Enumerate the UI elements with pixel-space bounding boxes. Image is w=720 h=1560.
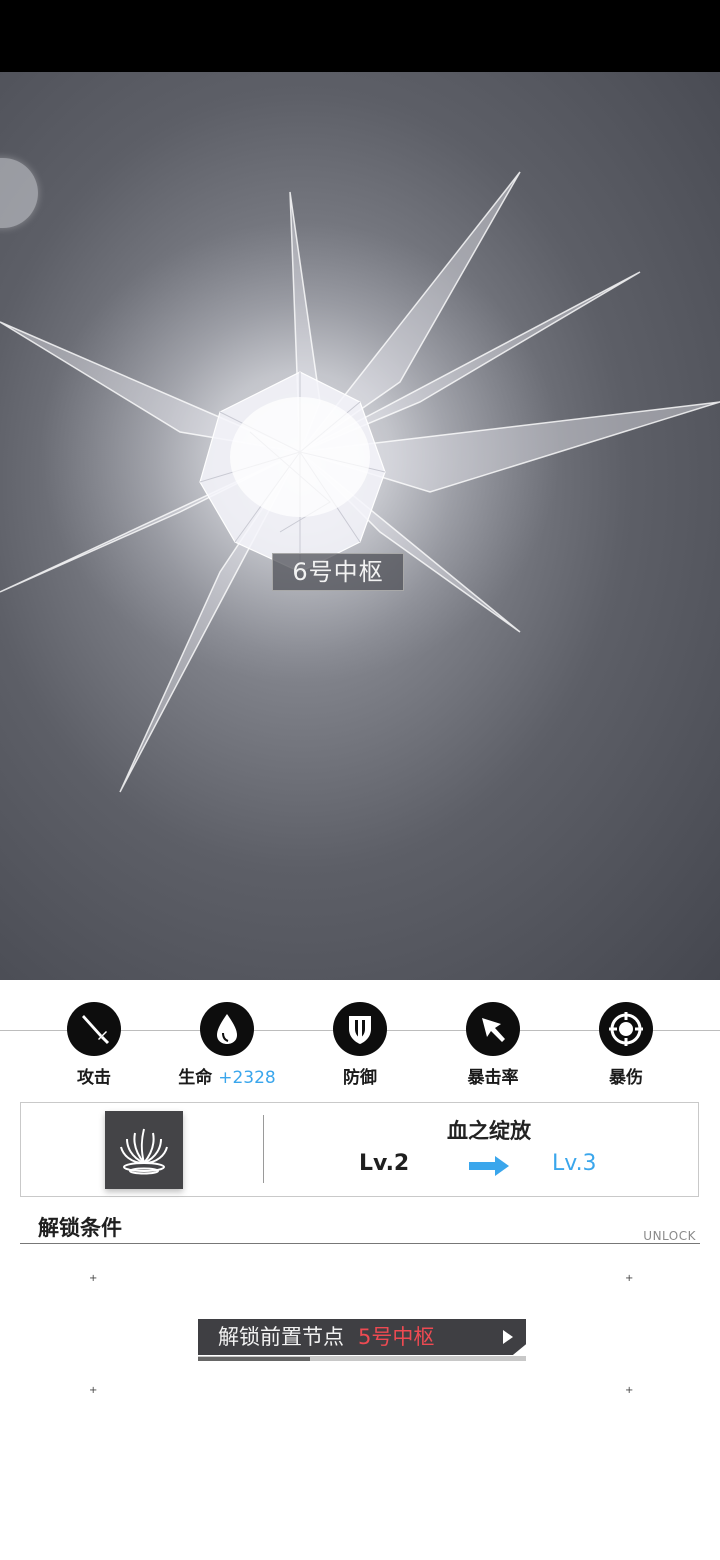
blood-drop-icon <box>200 1002 254 1056</box>
stat-label: 生命 <box>178 1068 213 1088</box>
corner-mark: + <box>89 1385 98 1396</box>
corner-mark: + <box>625 1385 634 1396</box>
unlock-section-title: 解锁条件 <box>38 1216 122 1240</box>
stat-health[interactable]: 生命 +2328 <box>167 1002 287 1088</box>
cursor-arrow-icon <box>466 1002 520 1056</box>
stat-defense[interactable]: 防御 <box>300 1002 420 1088</box>
skill-name: 血之绽放 <box>447 1119 531 1143</box>
stat-crit-damage[interactable]: 暴伤 <box>566 1002 686 1088</box>
arrow-right-icon <box>467 1153 511 1183</box>
section-underline <box>20 1243 700 1244</box>
crystal-scene: 6号中枢 <box>0 72 720 980</box>
level-from: Lv.2 <box>359 1151 410 1176</box>
stat-value: +2328 <box>218 1068 276 1088</box>
stat-attack[interactable]: 攻击 <box>34 1002 154 1088</box>
level-to: Lv.3 <box>552 1151 597 1176</box>
prerequisite-node-name: 5号中枢 <box>358 1325 435 1349</box>
shield-icon <box>333 1002 387 1056</box>
skill-upgrade-panel: 血之绽放 Lv.2 Lv.3 <box>20 1102 699 1197</box>
unlock-section-subtitle: UNLOCK <box>643 1229 696 1243</box>
unlock-prerequisite-button[interactable]: 解锁前置节点 5号中枢 <box>198 1319 526 1355</box>
stat-crit-rate[interactable]: 暴击率 <box>433 1002 553 1088</box>
corner-mark: + <box>625 1273 634 1284</box>
play-triangle-icon <box>503 1330 513 1344</box>
stat-label: 攻击 <box>77 1068 111 1088</box>
sword-icon <box>67 1002 121 1056</box>
stat-label: 防御 <box>343 1068 377 1088</box>
stat-label: 暴伤 <box>609 1068 643 1088</box>
node-title-label: 6号中枢 <box>272 553 404 591</box>
unlock-button-progress <box>198 1357 310 1361</box>
crystal-star-art <box>0 171 720 793</box>
stat-label: 暴击率 <box>467 1068 519 1088</box>
blood-bloom-icon[interactable] <box>105 1111 183 1189</box>
status-bar <box>0 0 720 72</box>
skill-divider <box>263 1115 264 1183</box>
unlock-button-label: 解锁前置节点 <box>218 1325 344 1349</box>
crosshair-icon <box>599 1002 653 1056</box>
corner-mark: + <box>89 1273 98 1284</box>
